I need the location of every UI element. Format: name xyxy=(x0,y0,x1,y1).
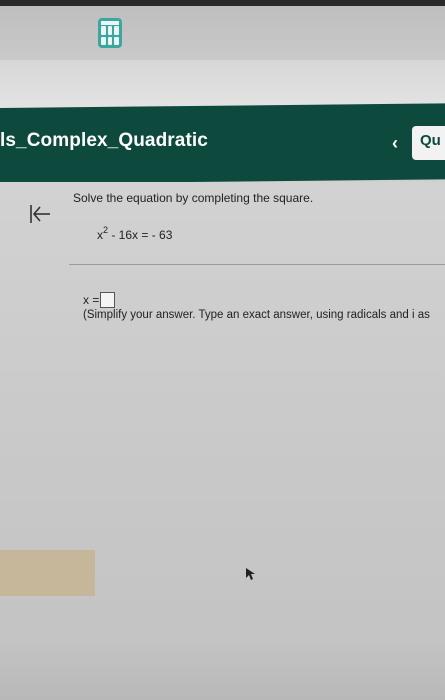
mouse-pointer-icon xyxy=(246,568,255,580)
question-instruction: Solve the equation by completing the squ… xyxy=(73,191,314,205)
previous-question-button[interactable]: ‹ xyxy=(382,130,408,156)
back-to-start-icon[interactable] xyxy=(28,203,52,225)
side-tab xyxy=(0,550,95,596)
assignment-title: ls_Complex_Quadratic xyxy=(0,130,208,151)
answer-hint: (Simplify your answer. Type an exact ans… xyxy=(83,309,430,321)
calculator-screen xyxy=(101,21,119,25)
equation-rest: - 16x = - 63 xyxy=(108,228,173,242)
answer-row: x = xyxy=(83,292,116,308)
monitor-bezel xyxy=(0,0,445,6)
equation-exponent: 2 xyxy=(103,225,109,235)
answer-input[interactable] xyxy=(100,292,116,308)
question-panel xyxy=(0,182,445,700)
chevron-left-icon: ‹ xyxy=(392,133,398,153)
next-question-label: Qu xyxy=(420,132,441,149)
equation: x2 - 16x = - 63 xyxy=(97,225,173,242)
section-divider xyxy=(69,264,445,265)
browser-top-strip xyxy=(0,0,445,60)
bottom-shadow xyxy=(0,640,445,700)
answer-prefix: x = xyxy=(83,293,100,307)
